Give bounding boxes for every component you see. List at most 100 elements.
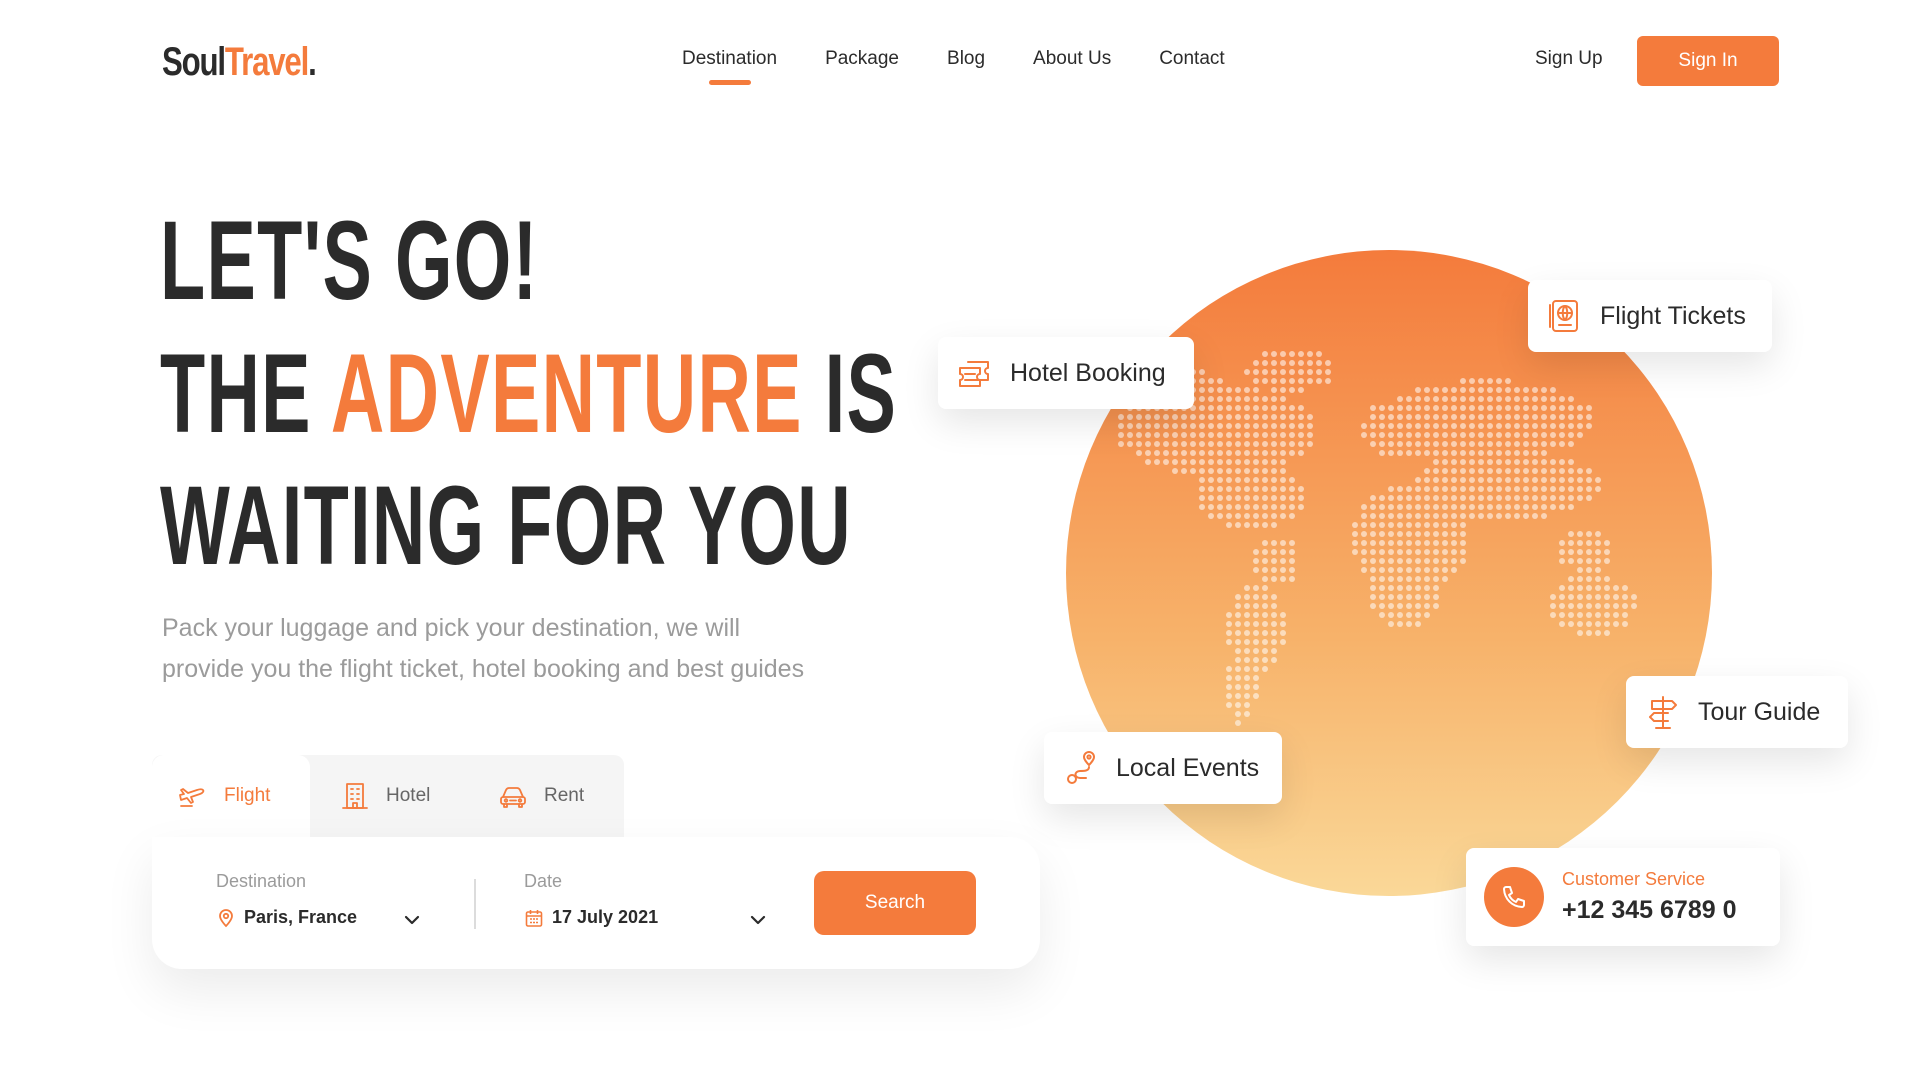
map-dot	[1478, 486, 1484, 492]
map-dot	[1460, 414, 1466, 420]
map-dot	[1433, 432, 1439, 438]
map-dot	[1388, 612, 1394, 618]
map-dot	[1289, 450, 1295, 456]
hotel-booking-card[interactable]: Hotel Booking	[938, 337, 1194, 409]
map-dot	[1550, 405, 1556, 411]
map-dot	[1235, 612, 1241, 618]
map-dot	[1325, 369, 1331, 375]
map-dot	[1469, 387, 1475, 393]
sign-in-button[interactable]: Sign In	[1637, 36, 1779, 86]
map-dot	[1577, 630, 1583, 636]
map-dot	[1496, 432, 1502, 438]
map-dot	[1415, 486, 1421, 492]
map-dot	[1595, 549, 1601, 555]
map-dot	[1622, 621, 1628, 627]
map-dot	[1496, 378, 1502, 384]
map-dot	[1613, 585, 1619, 591]
map-dot	[1451, 477, 1457, 483]
map-dot	[1523, 414, 1529, 420]
tab-hotel[interactable]: Hotel	[310, 755, 468, 837]
map-dot	[1586, 621, 1592, 627]
map-dot	[1415, 495, 1421, 501]
map-dot	[1361, 531, 1367, 537]
map-dot	[1208, 513, 1214, 519]
map-dot	[1451, 486, 1457, 492]
map-dot	[1505, 432, 1511, 438]
map-dot	[1559, 594, 1565, 600]
map-dot	[1244, 441, 1250, 447]
map-dot	[1415, 414, 1421, 420]
map-dot	[1595, 531, 1601, 537]
map-dot	[1514, 486, 1520, 492]
tab-flight[interactable]: Flight	[152, 755, 310, 837]
search-button[interactable]: Search	[814, 871, 976, 935]
map-dot	[1370, 549, 1376, 555]
map-dot	[1226, 513, 1232, 519]
map-dot	[1622, 612, 1628, 618]
map-dot	[1262, 477, 1268, 483]
map-dot	[1271, 594, 1277, 600]
map-dot	[1280, 369, 1286, 375]
map-dot	[1433, 504, 1439, 510]
map-dot	[1379, 423, 1385, 429]
map-dot	[1478, 459, 1484, 465]
map-dot	[1280, 639, 1286, 645]
map-dot	[1244, 387, 1250, 393]
tour-guide-card[interactable]: Tour Guide	[1626, 676, 1848, 748]
map-dot	[1451, 450, 1457, 456]
hero-title-line-3: WAITING FOR YOU	[160, 463, 852, 588]
map-dot	[1550, 468, 1556, 474]
map-dot	[1244, 648, 1250, 654]
chevron-down-icon[interactable]	[750, 915, 766, 925]
map-dot	[1523, 477, 1529, 483]
map-dot	[1424, 594, 1430, 600]
map-dot	[1271, 405, 1277, 411]
map-dot	[1280, 396, 1286, 402]
map-dot	[1469, 486, 1475, 492]
map-dot	[1613, 603, 1619, 609]
map-dot	[1244, 630, 1250, 636]
map-dot	[1235, 423, 1241, 429]
customer-service-card[interactable]: Customer Service +12 345 6789 0	[1466, 848, 1780, 946]
map-dot	[1424, 558, 1430, 564]
map-dot	[1199, 468, 1205, 474]
map-dot	[1307, 432, 1313, 438]
map-dot	[1271, 567, 1277, 573]
destination-select[interactable]: Paris, France	[216, 907, 357, 928]
map-dot	[1253, 594, 1259, 600]
map-dot	[1586, 576, 1592, 582]
map-dot	[1559, 585, 1565, 591]
map-dot	[1226, 396, 1232, 402]
sign-up-link[interactable]: Sign Up	[1535, 48, 1603, 70]
nav-item-blog[interactable]: Blog	[947, 48, 985, 70]
map-dot	[1226, 684, 1232, 690]
map-dot	[1442, 576, 1448, 582]
nav-item-about-us[interactable]: About Us	[1033, 48, 1111, 70]
map-dot	[1217, 405, 1223, 411]
map-dot	[1586, 414, 1592, 420]
nav-item-destination[interactable]: Destination	[682, 48, 777, 70]
map-dot	[1307, 369, 1313, 375]
local-events-card[interactable]: Local Events	[1044, 732, 1282, 804]
customer-service-label: Customer Service	[1562, 869, 1706, 889]
nav-item-package[interactable]: Package	[825, 48, 899, 70]
date-select[interactable]: 17 July 2021	[524, 907, 658, 928]
map-dot	[1208, 441, 1214, 447]
map-dot	[1226, 630, 1232, 636]
map-dot	[1415, 522, 1421, 528]
map-dot	[1442, 441, 1448, 447]
map-dot	[1496, 414, 1502, 420]
map-dot	[1604, 549, 1610, 555]
map-dot	[1271, 540, 1277, 546]
nav-item-contact[interactable]: Contact	[1159, 48, 1224, 70]
brand-logo[interactable]: SoulTravel.	[162, 40, 317, 85]
map-dot	[1496, 405, 1502, 411]
map-dot	[1586, 531, 1592, 537]
map-dot	[1433, 540, 1439, 546]
map-dot	[1406, 495, 1412, 501]
map-dot	[1577, 477, 1583, 483]
map-dot	[1235, 450, 1241, 456]
tab-rent[interactable]: Rent	[468, 755, 624, 837]
chevron-down-icon[interactable]	[404, 915, 420, 925]
flight-tickets-card[interactable]: Flight Tickets	[1528, 280, 1772, 352]
